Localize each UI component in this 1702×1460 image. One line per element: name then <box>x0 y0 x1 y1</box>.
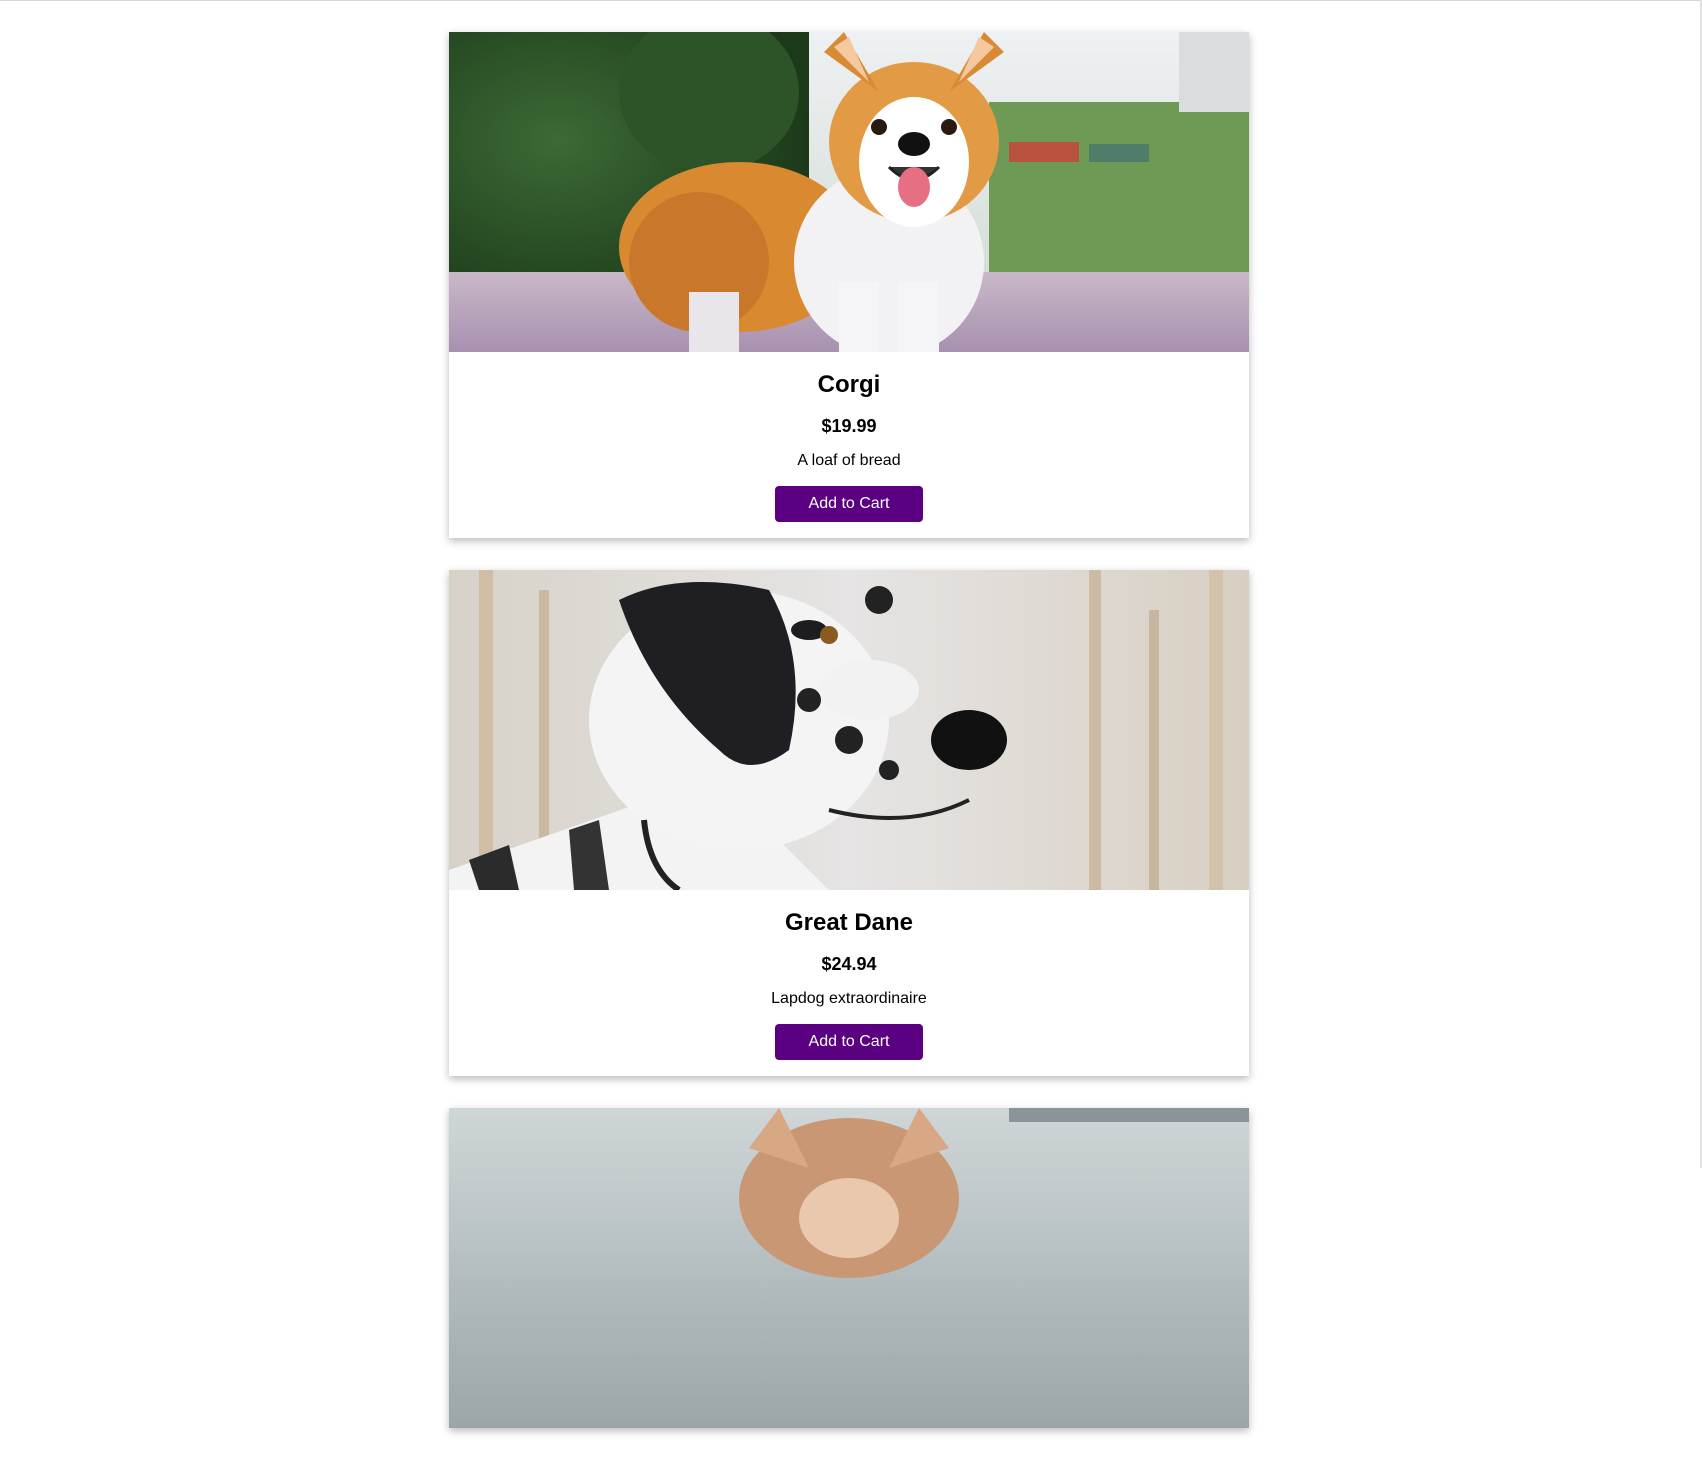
product-image-third <box>449 1108 1249 1428</box>
product-image-great-dane <box>449 570 1249 890</box>
product-name: Great Dane <box>784 909 914 936</box>
product-description: A loaf of bread <box>797 452 901 469</box>
product-details-corgi: Corgi $19.99 A loaf of bread Add to Cart <box>449 352 1249 538</box>
add-to-cart-button[interactable]: Add to Cart <box>775 1024 923 1060</box>
add-to-cart-button[interactable]: Add to Cart <box>775 486 923 522</box>
product-card-great-dane: Great Dane $24.94 Lapdog extraordinaire … <box>449 570 1249 1076</box>
great-dane-photo <box>449 570 1249 890</box>
product-details-great-dane: Great Dane $24.94 Lapdog extraordinaire … <box>449 890 1249 1076</box>
product-name: Corgi <box>817 371 881 398</box>
page: Corgi $19.99 A loaf of bread Add to Cart <box>0 0 1700 1428</box>
corgi-photo <box>449 32 1249 352</box>
product-card-corgi: Corgi $19.99 A loaf of bread Add to Cart <box>449 32 1249 538</box>
product-card-third <box>449 1108 1249 1428</box>
product-price: $24.94 <box>821 954 877 974</box>
third-dog-photo <box>449 1108 1249 1428</box>
product-description: Lapdog extraordinaire <box>771 990 927 1007</box>
product-price: $19.99 <box>821 416 877 436</box>
product-list: Corgi $19.99 A loaf of bread Add to Cart <box>449 32 1249 1460</box>
product-image-corgi <box>449 32 1249 352</box>
